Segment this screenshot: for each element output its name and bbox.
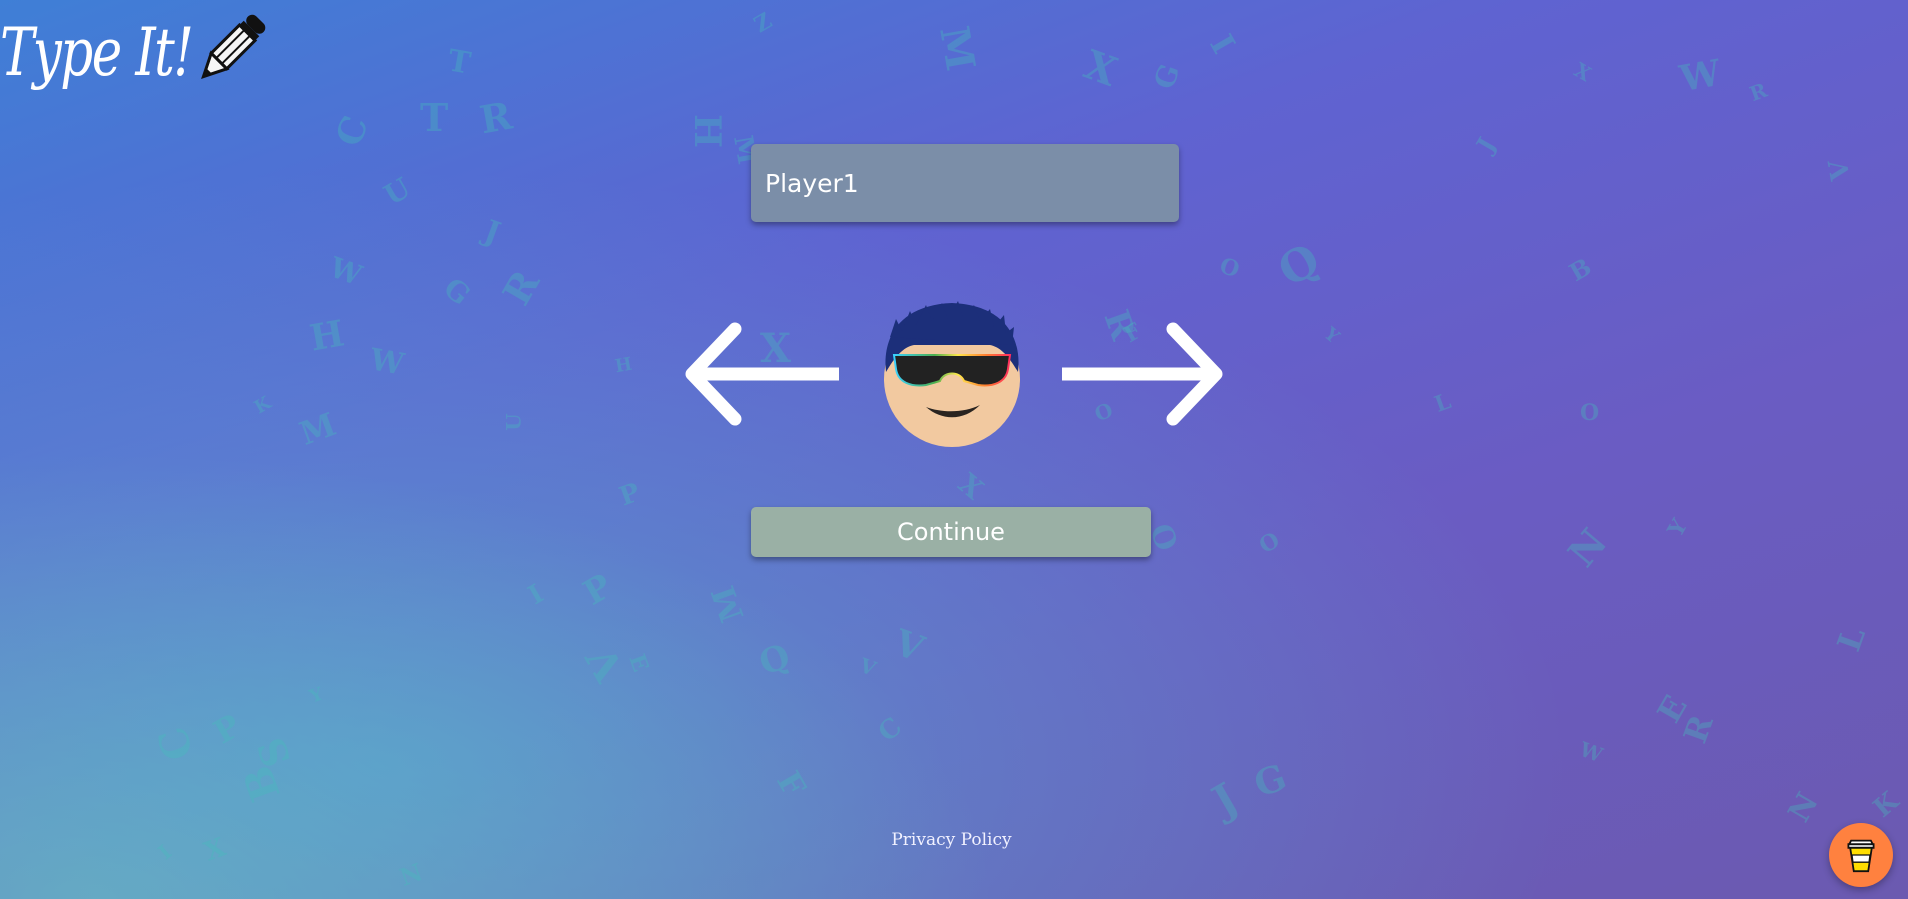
support-coffee-button[interactable] [1829,823,1893,887]
next-avatar-button[interactable] [1058,315,1228,433]
background-letters: Z M X G I W X R V J Q O C T T R H M U J … [148,7,1905,892]
player-name-input[interactable] [751,144,1179,222]
avatar [880,297,1024,447]
privacy-policy-link[interactable]: Privacy Policy [0,830,1903,850]
pencil-icon [190,8,272,90]
logo-title: Type It! [0,14,194,91]
continue-button[interactable]: Continue [751,507,1151,557]
arrow-left-icon [685,322,839,426]
arrow-right-icon [1062,322,1223,426]
prev-avatar-button[interactable] [680,315,850,433]
coffee-cup-icon [1847,839,1875,873]
background-glow [0,0,1908,899]
